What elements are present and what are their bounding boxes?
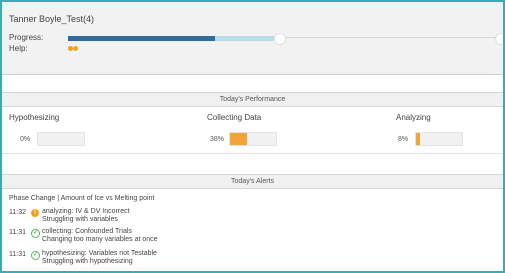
collecting-data-meter	[229, 132, 277, 146]
analyzing-value: 8%	[398, 136, 409, 143]
progress-node-end	[495, 33, 503, 45]
analyzing-meter-fill	[416, 133, 420, 145]
student-name[interactable]: Tanner Boyle_Test(4)	[9, 14, 94, 24]
hypothesizing-value: 0%	[20, 136, 31, 143]
student-dashboard-panel: Tanner Boyle_Test(4) Progress: Help: Tod…	[0, 0, 505, 273]
check-circle-icon: ✓	[31, 229, 40, 238]
performance-bottom-divider	[2, 153, 503, 154]
alert-title[interactable]: collecting: Confounded Trials	[42, 228, 132, 235]
alert-title[interactable]: analyzing: IV & DV Incorrect	[42, 208, 130, 215]
collecting-data-meter-fill	[230, 133, 248, 145]
phase-title-collecting-data: Collecting Data	[207, 113, 262, 122]
progress-node	[274, 33, 286, 45]
help-request-icon[interactable]	[73, 46, 78, 51]
alert-description: Struggling with variables	[42, 216, 118, 223]
alert-description: Changing too many variables at once	[42, 236, 158, 243]
alerts-section-header: Today's Alerts	[2, 174, 503, 189]
check-circle-icon: ✓	[31, 251, 40, 260]
performance-section-header: Today's Performance	[2, 92, 503, 107]
alert-title[interactable]: hypothesizing: Variables not Testable	[42, 250, 157, 257]
alerts-activity-header: Phase Change | Amount of Ice vs Melting …	[9, 195, 155, 202]
analyzing-meter	[415, 132, 463, 146]
alert-time: 11:32	[9, 209, 26, 216]
collecting-data-value: 38%	[210, 136, 225, 143]
warning-icon: !	[31, 209, 39, 217]
phase-title-analyzing: Analyzing	[396, 113, 431, 122]
progress-label: Progress:	[9, 33, 44, 42]
hypothesizing-meter	[37, 132, 85, 146]
alert-time: 11:31	[9, 251, 26, 258]
student-header: Tanner Boyle_Test(4) Progress: Help:	[2, 2, 503, 75]
help-label: Help:	[9, 44, 28, 53]
phase-title-hypothesizing: Hypothesizing	[9, 113, 60, 122]
alert-time: 11:31	[9, 229, 26, 236]
progress-bar-fill	[68, 36, 215, 41]
alert-description: Struggling with hypothesizing	[42, 258, 133, 265]
